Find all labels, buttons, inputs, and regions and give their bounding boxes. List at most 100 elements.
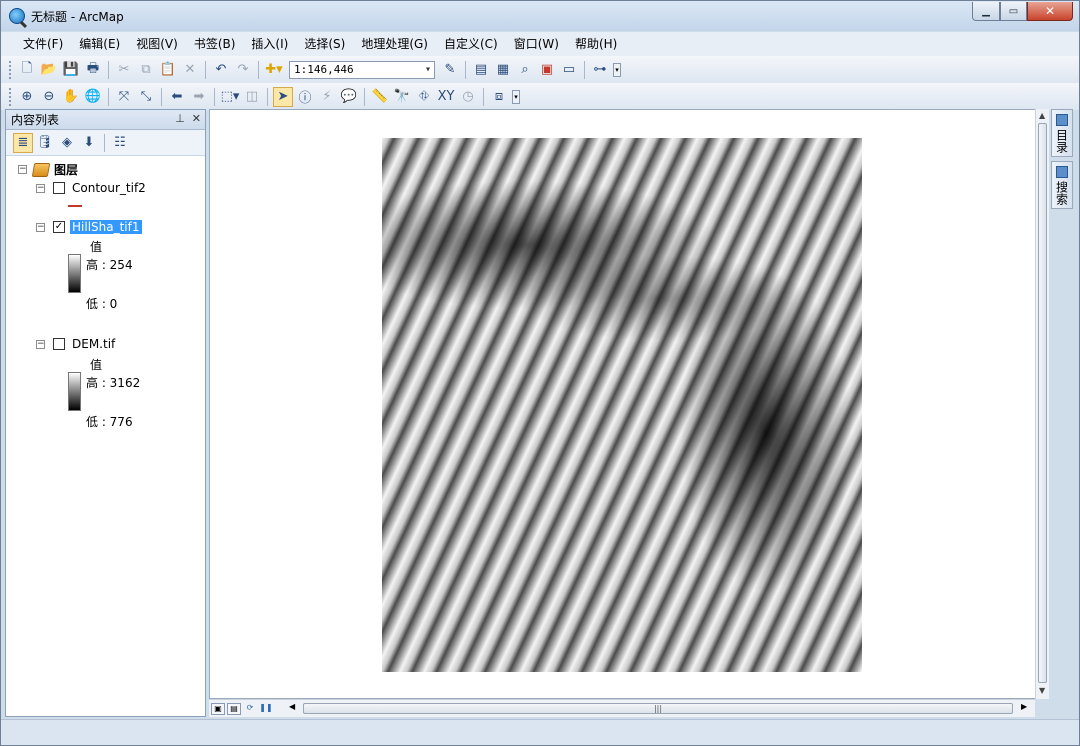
undo-icon[interactable]: ↶ — [211, 60, 231, 80]
toolbar-grip[interactable] — [9, 60, 12, 79]
open-folder-icon[interactable]: 📂 — [39, 60, 59, 80]
scroll-down-arrow-icon[interactable]: ▼ — [1039, 686, 1045, 695]
collapse-toggle[interactable]: − — [36, 222, 45, 232]
standard-toolbar: 🗋 📂 💾 🖶 ✂ ⧉ 📋 ✕ ↶ ↷ ✚▾ 1:146,446 ✎ ▤ ▦ ⌕… — [1, 56, 1079, 83]
html-popup-icon[interactable]: 💬 — [339, 87, 359, 107]
layout-view-button[interactable]: ▤ — [227, 702, 241, 715]
full-extent-globe-icon[interactable]: 🌐 — [83, 87, 103, 107]
layer-hillshade[interactable]: − ✓ HillSha_tif1 — [36, 220, 142, 234]
forward-arrow-icon[interactable]: ➡ — [189, 87, 209, 107]
arcmap-app-icon[interactable] — [9, 8, 25, 24]
menu-insert[interactable]: 插入(I) — [243, 33, 296, 55]
layer-visibility-checkbox[interactable] — [53, 338, 65, 350]
hillshade-color-ramp — [68, 254, 81, 293]
model-builder-icon[interactable]: ⊶ — [590, 60, 610, 80]
select-elements-arrow-icon[interactable]: ➤ — [273, 86, 293, 107]
list-by-source-icon[interactable]: 🛢 — [35, 133, 55, 153]
table-of-contents-panel: 内容列表 ⊥ ✕ ≣ 🛢 ◈ ⬇ ☷ − 图层 − Contour_tif2 −… — [5, 109, 206, 717]
scroll-up-arrow-icon[interactable]: ▲ — [1039, 111, 1045, 120]
toolbar-grip[interactable] — [9, 87, 12, 106]
side-tabs: 目录 搜索 — [1051, 109, 1075, 219]
hyperlink-icon[interactable]: ⚡ — [317, 87, 337, 107]
paste-icon[interactable]: 📋 — [158, 60, 178, 80]
select-features-icon[interactable]: ⬚▾ — [220, 87, 240, 107]
python-window-icon[interactable]: ▭ — [559, 60, 579, 80]
layer-dem[interactable]: − DEM.tif — [36, 337, 115, 351]
delete-icon[interactable]: ✕ — [180, 60, 200, 80]
menu-bookmarks[interactable]: 书签(B) — [186, 33, 244, 55]
save-icon[interactable]: 💾 — [61, 60, 81, 80]
zoom-in-icon[interactable]: ⊕ — [17, 87, 37, 107]
create-viewer-window-icon[interactable]: ⧈ — [489, 87, 509, 107]
maximize-button[interactable]: ▭ — [1000, 2, 1027, 21]
menu-edit[interactable]: 编辑(E) — [71, 33, 128, 55]
layer-visibility-checkbox[interactable] — [53, 182, 65, 194]
vertical-scroll-thumb[interactable] — [1038, 123, 1047, 683]
map-bottom-bar: ▣ ▤ ⟳ ❚❚ ◀ ||| ▶ — [209, 699, 1035, 717]
identify-icon[interactable]: ⓘ — [295, 87, 315, 107]
cut-icon[interactable]: ✂ — [114, 60, 134, 80]
title-bar[interactable]: 无标题 - ArcMap ▁ ▭ ✕ — [1, 1, 1079, 31]
fixed-zoom-in-icon[interactable]: ⤧ — [114, 87, 134, 107]
search-window-icon[interactable]: ⌕ — [515, 60, 535, 80]
table-of-contents-icon[interactable]: ▤ — [471, 60, 491, 80]
horizontal-scroll-thumb[interactable]: ||| — [303, 703, 1013, 714]
search-tab[interactable]: 搜索 — [1051, 161, 1073, 209]
scroll-right-arrow-icon[interactable]: ▶ — [1021, 702, 1027, 711]
menu-windows[interactable]: 窗口(W) — [506, 33, 567, 55]
measure-icon[interactable]: 📏 — [370, 87, 390, 107]
redo-icon[interactable]: ↷ — [233, 60, 253, 80]
menu-customize[interactable]: 自定义(C) — [436, 33, 506, 55]
find-binoculars-icon[interactable]: 🔭 — [392, 87, 412, 107]
editor-toolbar-icon[interactable]: ✎ — [440, 60, 460, 80]
legend-low-label: 低 : 0 — [86, 297, 118, 311]
collapse-toggle[interactable]: − — [36, 339, 45, 349]
collapse-toggle[interactable]: − — [36, 183, 45, 193]
hillshade-raster-image — [382, 138, 862, 672]
go-to-xy-icon[interactable]: XY — [436, 87, 456, 107]
menu-selection[interactable]: 选择(S) — [296, 33, 353, 55]
time-slider-icon[interactable]: ◷ — [458, 87, 478, 107]
close-button[interactable]: ✕ — [1027, 2, 1073, 21]
menu-file[interactable]: 文件(F) — [15, 33, 71, 55]
layers-root[interactable]: − 图层 — [18, 161, 78, 178]
legend-value-label: 值 — [90, 358, 103, 372]
clear-selection-icon[interactable]: ◫ — [242, 87, 262, 107]
layer-visibility-checkbox[interactable]: ✓ — [53, 221, 65, 233]
toc-options-icon[interactable]: ☷ — [110, 133, 130, 153]
catalog-tab[interactable]: 目录 — [1051, 109, 1073, 157]
menu-geoprocessing[interactable]: 地理处理(G) — [353, 33, 436, 55]
fixed-zoom-out-icon[interactable]: ⤡ — [136, 87, 156, 107]
find-route-icon[interactable]: ⛗ — [414, 87, 434, 107]
map-scale-dropdown[interactable]: 1:146,446 — [289, 60, 435, 79]
map-vertical-scrollbar[interactable]: ▲ ▼ — [1035, 109, 1049, 699]
copy-icon[interactable]: ⧉ — [136, 60, 156, 80]
scroll-left-arrow-icon[interactable]: ◀ — [289, 702, 295, 711]
menu-view[interactable]: 视图(V) — [128, 33, 186, 55]
layer-contour[interactable]: − Contour_tif2 — [36, 181, 146, 195]
close-panel-icon[interactable]: ✕ — [192, 112, 201, 125]
catalog-window-icon[interactable]: ▦ — [493, 60, 513, 80]
toc-toolbar: ≣ 🛢 ◈ ⬇ ☷ — [6, 130, 205, 156]
minimize-button[interactable]: ▁ — [972, 2, 1000, 21]
menu-help[interactable]: 帮助(H) — [567, 33, 625, 55]
list-by-drawing-order-icon[interactable]: ≣ — [13, 132, 33, 153]
toolbar-overflow-button[interactable]: ▾ — [613, 62, 621, 77]
arctoolbox-icon[interactable]: ▣ — [537, 60, 557, 80]
root-label: 图层 — [54, 163, 79, 177]
list-by-visibility-icon[interactable]: ◈ — [57, 133, 77, 153]
print-icon[interactable]: 🖶 — [83, 60, 103, 80]
map-display[interactable] — [209, 109, 1047, 699]
refresh-icon[interactable]: ⟳ — [243, 703, 257, 715]
list-by-selection-icon[interactable]: ⬇ — [79, 133, 99, 153]
zoom-out-icon[interactable]: ⊖ — [39, 87, 59, 107]
new-document-icon[interactable]: 🗋 — [17, 60, 37, 80]
pause-drawing-icon[interactable]: ❚❚ — [259, 703, 273, 715]
data-view-button[interactable]: ▣ — [211, 702, 225, 715]
add-data-icon[interactable]: ✚▾ — [264, 60, 284, 80]
pin-icon[interactable]: ⊥ — [175, 112, 185, 125]
back-arrow-icon[interactable]: ⬅ — [167, 87, 187, 107]
toolbar-overflow-button[interactable]: ▾ — [512, 89, 520, 104]
collapse-toggle[interactable]: − — [18, 165, 27, 174]
pan-hand-icon[interactable]: ✋ — [61, 87, 81, 107]
